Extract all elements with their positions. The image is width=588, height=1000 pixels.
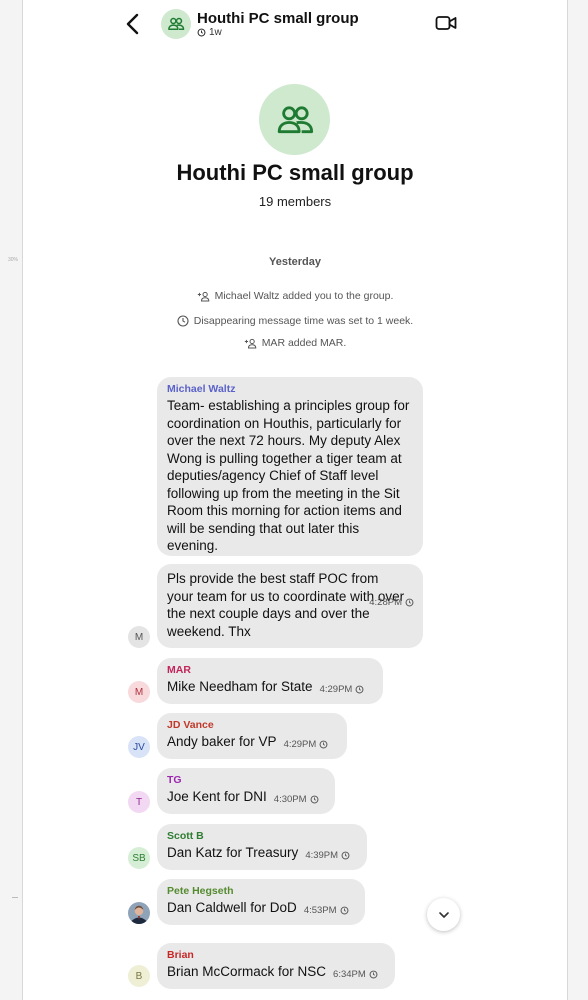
message-time-label: 4:30PM bbox=[273, 793, 307, 805]
system-message: Michael Waltz added you to the group. bbox=[23, 290, 567, 302]
date-divider: Yesterday bbox=[269, 256, 321, 268]
chevron-down-icon bbox=[438, 911, 449, 918]
disappearing-timer: 1w bbox=[197, 27, 222, 38]
scroll-to-bottom-button[interactable] bbox=[427, 898, 460, 931]
member-count[interactable]: 19 members bbox=[23, 194, 567, 209]
message-bubble[interactable]: MAR Mike Needham for State 4:29PM bbox=[157, 658, 383, 704]
add-person-icon bbox=[244, 338, 256, 348]
message-time-label: 4:29PM bbox=[283, 738, 317, 750]
message-time-label: 6:34PM bbox=[333, 968, 366, 980]
sender-avatar[interactable]: SB bbox=[128, 847, 150, 869]
timer-icon bbox=[310, 795, 318, 803]
system-message-text: Disappearing message time was set to 1 w… bbox=[193, 315, 414, 327]
group-name: Houthi PC small group bbox=[176, 160, 414, 185]
message-bubble[interactable]: Brian Brian McCormack for NSC 6:34PM bbox=[157, 943, 395, 989]
timer-icon bbox=[355, 685, 364, 693]
message-bubble[interactable]: JD Vance Andy baker for VP 4:29PM bbox=[157, 713, 347, 759]
sender-avatar[interactable]: B bbox=[128, 965, 150, 987]
message-time: 4:28PM bbox=[369, 563, 414, 642]
message-sender[interactable]: Pete Hegseth bbox=[167, 885, 355, 898]
message-bubble[interactable]: Scott B Dan Katz for Treasury 4:39PM bbox=[157, 824, 367, 870]
timer-icon bbox=[197, 28, 206, 37]
add-person-icon bbox=[197, 291, 209, 301]
timer-icon bbox=[319, 740, 328, 748]
video-call-icon[interactable] bbox=[435, 14, 457, 32]
message-sender[interactable]: JD Vance bbox=[167, 719, 337, 732]
timer-icon bbox=[369, 970, 378, 978]
chat-window: Houthi PC small group 1w Houthi PC small… bbox=[22, 0, 568, 1000]
message-time: 4:29PM bbox=[284, 739, 329, 750]
group-avatar[interactable] bbox=[161, 9, 191, 39]
message-bubble[interactable]: Michael Waltz Team- establishing a princ… bbox=[157, 377, 423, 556]
timer-icon bbox=[340, 906, 348, 914]
message-text: Dan Katz for Treasury bbox=[167, 845, 299, 860]
edge-dash bbox=[12, 897, 18, 898]
message-bubble[interactable]: TG Joe Kent for DNI 4:30PM bbox=[157, 768, 335, 814]
sender-avatar[interactable]: M bbox=[128, 681, 150, 703]
timer-icon bbox=[341, 851, 350, 859]
group-icon bbox=[277, 105, 313, 133]
sender-avatar[interactable]: JV bbox=[128, 736, 150, 758]
message-time-label: 4:39PM bbox=[305, 849, 339, 861]
message-time-label: 4:28PM bbox=[369, 597, 402, 608]
message-sender[interactable]: Michael Waltz bbox=[167, 383, 413, 396]
chat-header: Houthi PC small group 1w bbox=[23, 0, 567, 50]
message-time: 6:34PM bbox=[333, 969, 378, 980]
group-icon bbox=[168, 17, 185, 30]
message-text: Brian McCormack for NSC bbox=[167, 964, 327, 979]
timer-label: 1w bbox=[209, 27, 222, 38]
group-profile-avatar[interactable] bbox=[259, 84, 330, 155]
sender-avatar[interactable]: T bbox=[128, 791, 150, 813]
message-time: 4:39PM bbox=[305, 850, 350, 861]
message-sender[interactable]: MAR bbox=[167, 664, 373, 677]
message-text: Mike Needham for State bbox=[167, 679, 313, 694]
sender-avatar[interactable]: M bbox=[128, 626, 150, 648]
system-message: Disappearing message time was set to 1 w… bbox=[23, 315, 567, 327]
system-message: MAR added MAR. bbox=[23, 337, 567, 349]
message-sender[interactable]: TG bbox=[167, 774, 325, 787]
message-time: 4:30PM bbox=[274, 794, 319, 805]
header-title[interactable]: Houthi PC small group bbox=[197, 10, 359, 27]
sender-avatar-photo[interactable] bbox=[128, 902, 150, 924]
message-time-label: 4:53PM bbox=[303, 904, 337, 916]
message-bubble[interactable]: Pls provide the best staff POC from your… bbox=[157, 564, 423, 648]
message-time: 4:53PM bbox=[304, 905, 349, 916]
message-text: Joe Kent for DNI bbox=[167, 789, 267, 804]
message-text: Team- establishing a principles group fo… bbox=[167, 398, 410, 553]
message-time: 4:29PM bbox=[320, 684, 365, 695]
timer-icon bbox=[405, 598, 414, 607]
edge-mark: 30% bbox=[8, 257, 19, 263]
system-message-text: MAR added MAR. bbox=[261, 337, 347, 349]
message-bubble[interactable]: Pete Hegseth Dan Caldwell for DoD 4:53PM bbox=[157, 879, 365, 925]
message-time-label: 4:29PM bbox=[319, 683, 353, 695]
clock-icon bbox=[177, 315, 189, 327]
message-sender[interactable]: Scott B bbox=[167, 830, 357, 843]
message-text: Dan Caldwell for DoD bbox=[167, 900, 297, 915]
back-icon[interactable] bbox=[121, 11, 147, 37]
system-message-text: Michael Waltz added you to the group. bbox=[214, 290, 394, 302]
message-sender[interactable]: Brian bbox=[167, 949, 385, 962]
message-text: Andy baker for VP bbox=[167, 734, 277, 749]
